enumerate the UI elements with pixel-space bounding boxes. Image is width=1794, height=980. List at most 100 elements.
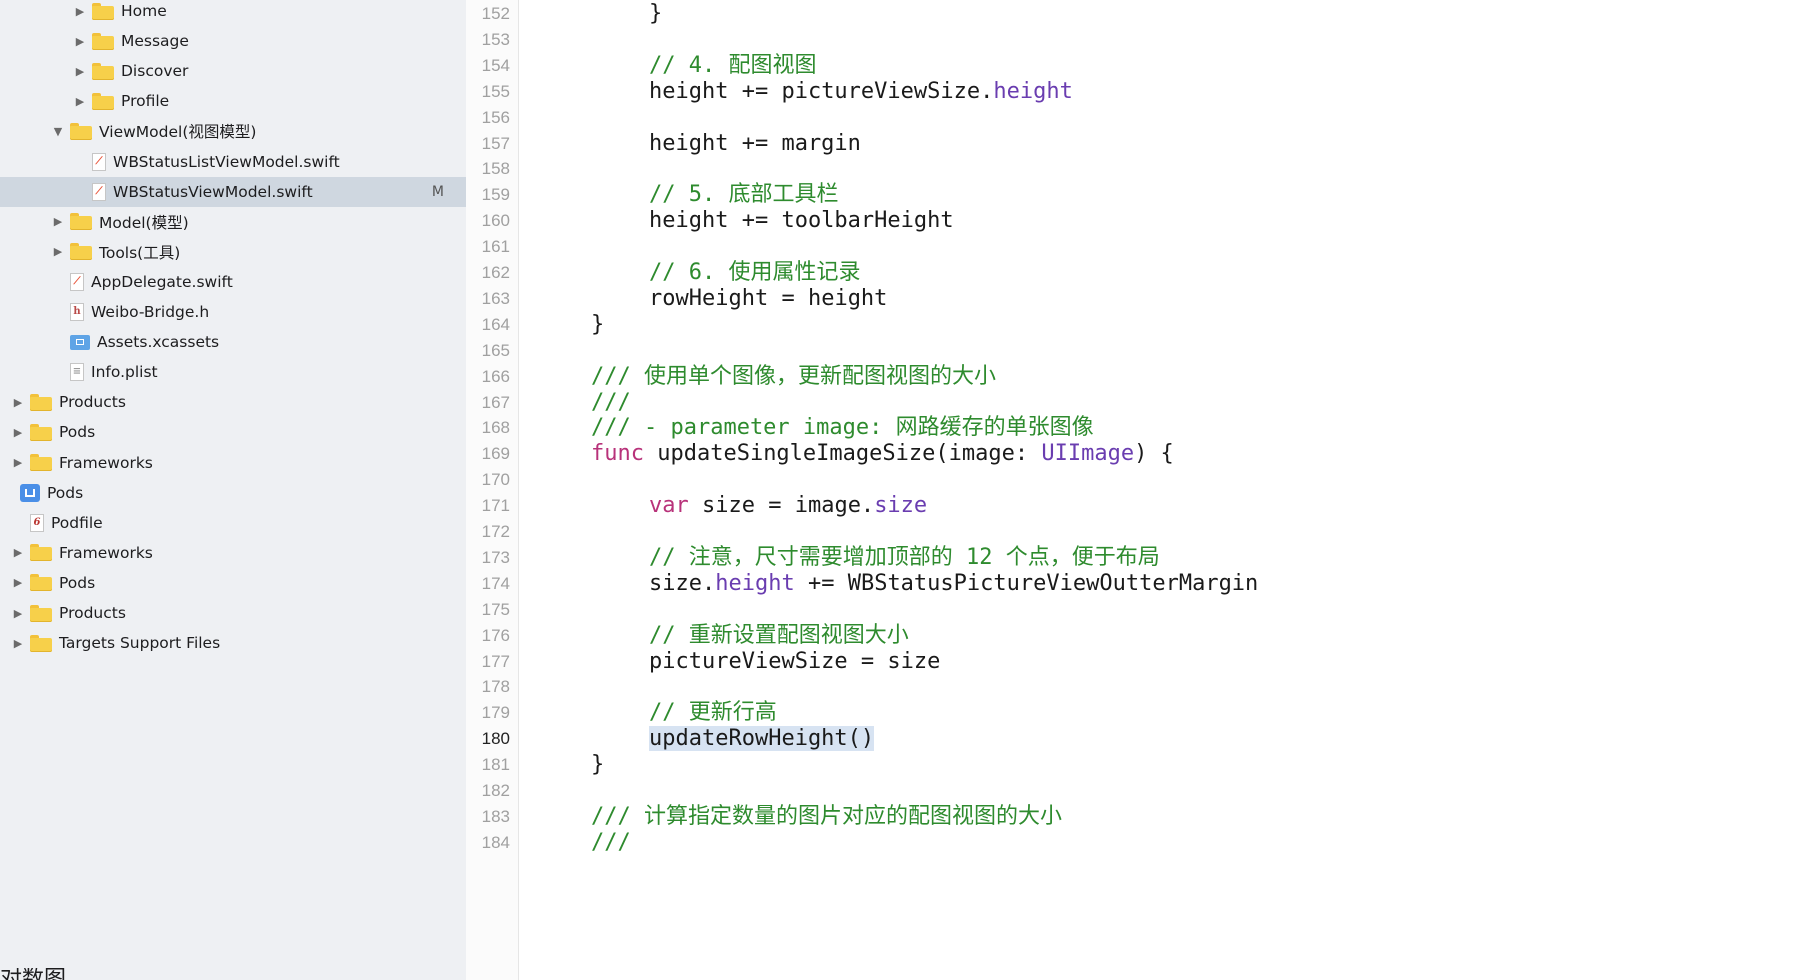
folder-icon — [70, 122, 92, 140]
navigator-item[interactable]: Pods — [0, 478, 466, 508]
navigator-item[interactable]: ▶ Pods — [0, 568, 466, 598]
navigator-item[interactable]: ⟋ AppDelegate.swift — [0, 267, 466, 297]
navigator-item[interactable]: ▶ Home — [0, 0, 466, 26]
scm-status-badge: M — [431, 183, 444, 200]
code-line[interactable]: size.height += WBStatusPictureViewOutter… — [649, 569, 1258, 599]
disclosure-collapsed-icon[interactable]: ▶ — [10, 546, 26, 559]
code-line[interactable]: pictureViewSize = size — [649, 647, 940, 677]
navigator-item[interactable]: ▶ Frameworks — [0, 448, 466, 478]
code-line[interactable]: updateRowHeight() — [649, 724, 875, 754]
disclosure-collapsed-icon[interactable]: ▶ — [72, 5, 88, 18]
navigator-item[interactable]: ▶ Profile — [0, 86, 466, 116]
code-token: /// - parameter image: 网路缓存的单张图像 — [591, 415, 1094, 441]
podfile-icon: 6 — [30, 513, 44, 532]
navigator-item[interactable]: ▶ Products — [0, 598, 466, 628]
plist-file-icon: ≡ — [70, 363, 84, 382]
navigator-item-label: Frameworks — [59, 453, 153, 472]
navigator-item[interactable]: Assets.xcassets — [0, 327, 466, 357]
swift-file-icon: ⟋ — [92, 182, 106, 201]
line-number: 184 — [481, 832, 510, 852]
navigator-item[interactable]: ▶ Message — [0, 26, 466, 56]
code-token: size = image. — [688, 493, 875, 519]
navigator-item-label: Targets Support Files — [59, 634, 221, 653]
navigator-item[interactable]: ⟋ WBStatusViewModel.swift M — [0, 176, 466, 207]
navigator-item-label: Weibo-Bridge.h — [91, 303, 210, 321]
folder-icon — [30, 574, 52, 592]
code-line[interactable]: func updateSingleImageSize(image: UIImag… — [591, 439, 1174, 469]
navigator-item-label: WBStatusViewModel.swift — [113, 182, 313, 201]
disclosure-collapsed-icon[interactable]: ▶ — [10, 396, 26, 409]
disclosure-collapsed-icon[interactable]: ▶ — [72, 95, 88, 108]
navigator-item[interactable]: h Weibo-Bridge.h — [0, 297, 466, 327]
disclosure-collapsed-icon[interactable]: ▶ — [10, 637, 26, 650]
navigator-item-label: Products — [59, 604, 126, 622]
folder-icon — [92, 92, 114, 110]
code-token: height += margin — [649, 130, 861, 156]
code-token: /// 计算指定数量的图片对应的配图视图的大小 — [591, 803, 1062, 829]
code-line[interactable]: height += toolbarHeight — [649, 206, 954, 236]
disclosure-collapsed-icon[interactable]: ▶ — [50, 245, 66, 258]
code-line[interactable]: /// — [591, 828, 631, 858]
navigator-item-label: Message — [121, 32, 189, 51]
code-line[interactable]: height += pictureViewSize.height — [649, 77, 1073, 107]
navigator-item[interactable]: ▶ Tools(工具) — [0, 237, 466, 267]
navigator-item[interactable]: ▶ Model(模型) — [0, 207, 466, 237]
disclosure-collapsed-icon[interactable]: ▶ — [10, 576, 26, 589]
disclosure-collapsed-icon[interactable]: ▶ — [72, 65, 88, 78]
code-token: // 5. 底部工具栏 — [649, 182, 839, 208]
disclosure-collapsed-icon[interactable]: ▶ — [10, 607, 26, 620]
code-line[interactable]: } — [649, 0, 662, 29]
folder-icon — [30, 393, 52, 411]
disclosure-collapsed-icon[interactable]: ▶ — [50, 215, 66, 228]
navigator-item[interactable]: ▶ Frameworks — [0, 538, 466, 568]
navigator-item[interactable]: ≡ Info.plist — [0, 357, 466, 387]
swift-file-icon: ⟋ — [92, 152, 106, 171]
code-token: = size — [847, 648, 941, 674]
navigator-item-label: Pods — [59, 423, 96, 442]
code-token: height — [715, 570, 795, 596]
disclosure-collapsed-icon[interactable]: ▶ — [10, 456, 26, 469]
code-token: // 6. 使用属性记录 — [649, 260, 861, 285]
code-line[interactable]: height += margin — [649, 129, 861, 159]
source-editor[interactable]: }// 4. 配图视图 height += pictureViewSize.hei… — [519, 0, 1794, 980]
code-token: size. — [649, 570, 716, 596]
folder-icon — [70, 243, 92, 261]
code-token: rowHeight — [649, 285, 769, 311]
header-file-icon: h — [70, 303, 84, 321]
code-line[interactable]: var size = image.size — [649, 491, 927, 521]
navigator-item-label: AppDelegate.swift — [91, 272, 233, 291]
navigator-item[interactable]: ⟋ WBStatusListViewModel.swift — [0, 147, 466, 177]
code-token: // 更新行高 — [649, 700, 777, 726]
code-line[interactable]: } — [591, 310, 604, 340]
project-icon — [20, 483, 40, 502]
folder-icon — [92, 2, 114, 20]
code-line[interactable]: /// 使用单个图像，更新配图视图的大小 — [591, 362, 996, 392]
code-token: height += — [649, 78, 782, 104]
navigator-item-label: Pods — [59, 573, 96, 592]
navigator-item-label: Profile — [121, 92, 170, 111]
navigator-item[interactable]: ▼ ViewModel(视图模型) — [0, 116, 466, 146]
code-line[interactable]: } — [591, 750, 604, 780]
navigator-footer-text: 对数图 — [0, 968, 120, 980]
code-token: // 注意，尺寸需要增加顶部的 12 个点，便于布局 — [649, 544, 1160, 570]
code-token: var — [649, 493, 689, 519]
navigator-item[interactable]: ▶ Discover — [0, 56, 466, 86]
navigator-item[interactable]: ▶ Pods — [0, 417, 466, 447]
code-token: WBStatusPictureViewOutterMargin — [847, 570, 1259, 596]
disclosure-collapsed-icon[interactable]: ▶ — [72, 35, 88, 48]
disclosure-expanded-icon[interactable]: ▼ — [50, 125, 66, 138]
navigator-item[interactable]: 6 Podfile — [0, 508, 466, 538]
disclosure-collapsed-icon[interactable]: ▶ — [10, 426, 26, 439]
navigator-item-label: Assets.xcassets — [97, 333, 220, 352]
code-token: ) { — [1134, 441, 1174, 467]
line-number-gutter: 152 153 154 155 156 157 158 159 160 161 162 163 164 1… — [466, 0, 519, 980]
code-line[interactable]: /// 计算指定数量的图片对应的配图视图的大小 — [591, 802, 1062, 832]
code-line[interactable]: rowHeight = height — [649, 284, 887, 314]
navigator-item[interactable]: ▶ Products — [0, 387, 466, 417]
code-token: UIImage — [1041, 441, 1135, 467]
code-token: func — [591, 441, 644, 467]
navigator-item[interactable]: ▶ Targets Support Files — [0, 628, 466, 658]
project-navigator: ▶ Home ▶ Message ▶ Discover ▶ Profile ▼ ViewModel… — [0, 0, 466, 980]
code-token: /// — [591, 829, 631, 855]
code-token: height — [993, 78, 1073, 104]
